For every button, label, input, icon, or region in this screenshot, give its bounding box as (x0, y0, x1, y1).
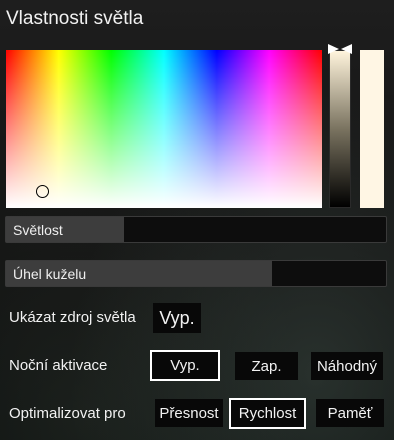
night-activation-option-off[interactable]: Vyp. (150, 350, 220, 381)
night-activation-option-random[interactable]: Náhodný (311, 352, 383, 380)
luminance-bar[interactable] (329, 50, 351, 208)
optimize-option-memory[interactable]: Paměť (316, 399, 384, 427)
optimize-for-label: Optimalizovat pro (9, 405, 126, 422)
show-source-label: Ukázat zdroj světla (9, 309, 136, 326)
brightness-slider[interactable]: Světlost (5, 216, 387, 243)
show-source-toggle[interactable]: Vyp. (153, 303, 201, 333)
optimize-option-speed[interactable]: Rychlost (229, 398, 306, 429)
night-activation-option-on[interactable]: Zap. (235, 352, 298, 380)
color-preview-swatch (360, 50, 384, 208)
dialog-title: Vlastnosti světla (6, 8, 144, 29)
color-picker-cursor[interactable] (36, 185, 49, 198)
night-activation-label: Noční aktivace (9, 357, 108, 374)
cone-angle-slider[interactable]: Úhel kuželu (5, 260, 387, 287)
brightness-slider-label: Světlost (13, 222, 63, 238)
optimize-option-precision[interactable]: Přesnost (155, 399, 223, 427)
luminance-handle-icon[interactable] (327, 43, 353, 55)
cone-angle-slider-label: Úhel kuželu (13, 266, 87, 282)
color-spectrum-picker[interactable] (6, 50, 322, 208)
